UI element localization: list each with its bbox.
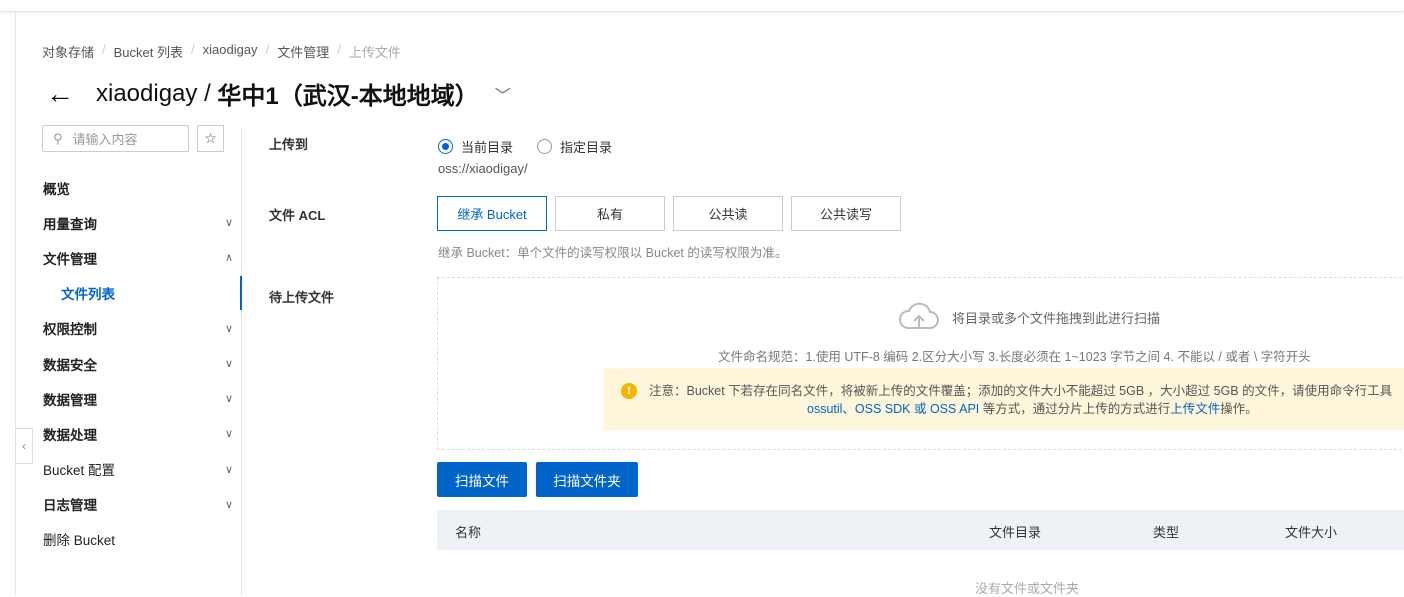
radio-specified-dir[interactable]: 指定目录 [537, 137, 612, 156]
sidebar-item-label: 数据管理 [43, 392, 97, 408]
sidebar-item-label: 数据安全 [43, 357, 97, 373]
sidebar-item-permissions[interactable]: 权限控制 ∨ [43, 311, 233, 346]
sidebar-item-label: 文件管理 [43, 251, 97, 267]
region-name: 华中1（武汉-本地地域） [217, 83, 479, 110]
sidebar-item-label: 概览 [43, 181, 70, 197]
sidebar-item-label: 删除 Bucket [43, 533, 116, 549]
sidebar: 概览 用量查询 ∨ 文件管理 ∧ 文件列表 权限控制 ∨ 数据安全 ∨ 数据管理 ∨ 数据… [43, 170, 233, 557]
chevron-down-icon: ∨ [224, 358, 233, 371]
breadcrumb-item[interactable]: Bucket 列表 [114, 42, 183, 61]
chevron-down-icon: ∨ [224, 428, 233, 441]
sidebar-item-label: 日志管理 [43, 498, 97, 514]
column-name: 名称 [455, 525, 482, 540]
sidebar-item-delete-bucket[interactable]: 删除 Bucket [43, 522, 233, 557]
warning-icon: ! [621, 383, 637, 399]
radio-label: 指定目录 [560, 140, 613, 155]
chevron-down-icon[interactable]: ﹀ [495, 82, 511, 106]
search-icon: ⚲ [53, 130, 63, 146]
warning-notice: ! 注意：Bucket 下若存在同名文件，将被新上传的文件覆盖；添加的文件大小不… [603, 368, 1404, 430]
upload-file-link[interactable]: 上传文件 [1170, 402, 1220, 416]
notice-text: 等方式，通过分片上传的方式进行 [979, 402, 1171, 416]
page-title: ← xiaodigay / 华中1（武汉-本地地域） ﹀ [46, 76, 511, 111]
empty-table-text: 没有文件或文件夹 [975, 581, 1080, 596]
chevron-down-icon: ∨ [224, 463, 233, 476]
acl-public-read-button[interactable]: 公共读 [673, 196, 783, 231]
chevron-down-icon: ∨ [224, 498, 233, 511]
radio-label: 当前目录 [461, 140, 514, 155]
chevron-up-icon: ∧ [224, 252, 233, 265]
acl-public-read-write-button[interactable]: 公共读写 [791, 196, 901, 231]
back-arrow-icon[interactable]: ← [46, 78, 74, 110]
collapse-sidebar-button[interactable]: ‹ [15, 428, 33, 464]
star-icon[interactable]: ☆ [197, 125, 224, 152]
column-size: 文件大小 [1285, 525, 1338, 540]
acl-label: 文件 ACL [269, 208, 326, 223]
scan-files-button[interactable]: 扫描文件 [437, 462, 527, 497]
notice-text: 注意：Bucket 下若存在同名文件，将被新上传的文件覆盖；添加的文件大小不能超… [649, 384, 1393, 398]
upload-path: oss://xiaodigay/ [438, 161, 528, 176]
acl-private-button[interactable]: 私有 [555, 196, 665, 231]
sdk-link[interactable]: ossutil、OSS SDK 或 OSS API [807, 402, 979, 416]
chevron-down-icon: ∨ [224, 322, 233, 335]
upload-to-label: 上传到 [269, 137, 309, 152]
pending-files-label: 待上传文件 [269, 290, 335, 305]
top-bar [0, 0, 1404, 12]
breadcrumb-current: 上传文件 [348, 45, 401, 60]
breadcrumb: 对象存储 / Bucket 列表 / xiaodigay / 文件管理 / 上传文件 [42, 42, 401, 61]
column-directory: 文件目录 [989, 525, 1042, 540]
sidebar-item-label: 文件列表 [61, 287, 115, 303]
sidebar-item-label: 用量查询 [43, 216, 97, 232]
radio-current-dir[interactable]: 当前目录 [438, 137, 513, 156]
drop-text: 将目录或多个文件拖拽到此进行扫描 [952, 310, 1161, 326]
bucket-name: xiaodigay / [96, 79, 211, 107]
acl-hint: 继承 Bucket：单个文件的读写权限以 Bucket 的读写权限为准。 [438, 246, 788, 260]
radio-checked-icon [438, 139, 453, 154]
column-type: 类型 [1153, 525, 1180, 540]
breadcrumb-item[interactable]: 对象存储 [42, 42, 94, 61]
chevron-left-icon: ‹ [22, 439, 26, 453]
sidebar-item-bucket-config[interactable]: Bucket 配置 ∨ [43, 452, 233, 487]
chevron-down-icon: ∨ [224, 217, 233, 230]
notice-text: 操作。 [1220, 402, 1258, 416]
divider [15, 12, 16, 596]
sidebar-item-data-processing[interactable]: 数据处理 ∨ [43, 416, 233, 451]
file-table-header: 名称 文件目录 类型 文件大小 [437, 510, 1404, 550]
active-indicator [240, 276, 242, 310]
naming-rule: 文件命名规范：1.使用 UTF-8 编码 2.区分大小写 3.长度必须在 1~1… [718, 350, 1311, 364]
scan-folder-button[interactable]: 扫描文件夹 [536, 462, 638, 497]
breadcrumb-item[interactable]: xiaodigay [203, 42, 258, 61]
acl-inherit-button[interactable]: 继承 Bucket [437, 196, 547, 231]
sidebar-item-label: 数据处理 [43, 427, 97, 443]
sidebar-item-logs[interactable]: 日志管理 ∨ [43, 487, 233, 522]
cloud-upload-icon [899, 302, 939, 329]
sidebar-item-data-management[interactable]: 数据管理 ∨ [43, 381, 233, 416]
breadcrumb-item[interactable]: 文件管理 [277, 42, 329, 61]
sidebar-item-file-management[interactable]: 文件管理 ∧ [43, 240, 233, 275]
sidebar-item-overview[interactable]: 概览 [43, 170, 233, 205]
sidebar-item-usage[interactable]: 用量查询 ∨ [43, 205, 233, 240]
sidebar-item-label: 权限控制 [43, 322, 97, 338]
radio-unchecked-icon [537, 139, 552, 154]
sidebar-item-file-list[interactable]: 文件列表 [43, 276, 233, 311]
sidebar-item-data-security[interactable]: 数据安全 ∨ [43, 346, 233, 381]
chevron-down-icon: ∨ [224, 393, 233, 406]
search-input[interactable]: ⚲ 请输入内容 [42, 125, 189, 152]
sidebar-divider [241, 128, 242, 596]
search-placeholder: 请输入内容 [72, 132, 138, 147]
sidebar-item-label: Bucket 配置 [43, 463, 116, 479]
